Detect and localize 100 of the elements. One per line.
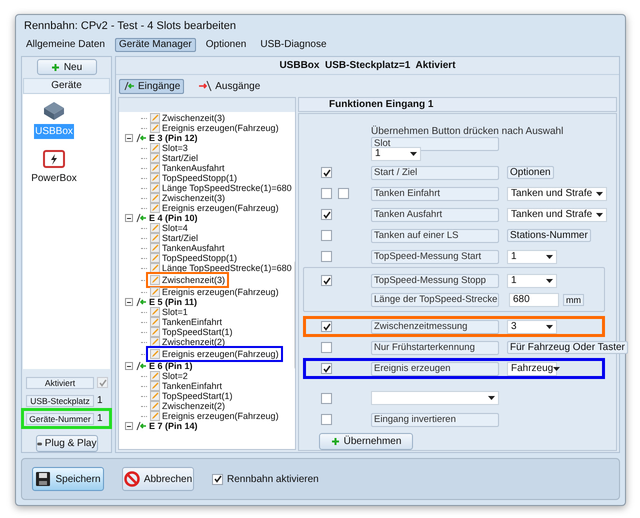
checkbox[interactable] [321, 392, 332, 404]
checkbox[interactable] [321, 414, 332, 425]
tree-item[interactable]: Länge TopSpeedStrecke(1)=680 [149, 183, 293, 193]
property-value: 1 [97, 394, 103, 408]
checkbox[interactable] [321, 209, 332, 220]
io-tab[interactable]: Ausgänge [194, 78, 264, 94]
checkbox[interactable] [321, 230, 332, 241]
tree-item[interactable]: Zwischenzeit(3) [149, 113, 226, 123]
pencil-icon [150, 263, 160, 273]
property-label: Geräte-Nummer [26, 412, 94, 424]
tree-item[interactable]: TankenAusfahrt [149, 243, 226, 253]
pencil-icon [150, 275, 160, 285]
device-item[interactable]: PowerBox [30, 170, 78, 186]
checkbox[interactable] [321, 363, 332, 374]
tree-item[interactable]: TopSpeedStopp(1) [149, 253, 238, 263]
tree-item[interactable]: Ereignis erzeugen(Fahrzeug) [149, 411, 280, 421]
pencil-icon [150, 123, 160, 133]
plug-and-play-button[interactable]: Plug & Play [36, 435, 98, 452]
collapse-toggle[interactable] [125, 422, 133, 430]
tree-item[interactable]: Länge TopSpeedStrecke(1)=680 [149, 263, 293, 273]
tree-item[interactable]: TopSpeedStart(1) [149, 391, 234, 401]
new-button[interactable]: Neu [36, 59, 96, 76]
tree-item[interactable]: Ereignis erzeugen(Fahrzeug) [149, 123, 280, 133]
tree-group-label[interactable]: E 4 (Pin 10) [149, 213, 198, 223]
checkbox[interactable] [321, 275, 332, 286]
tree-item[interactable]: Ereignis erzeugen(Fahrzeug) [149, 349, 280, 359]
check-icon [98, 378, 106, 386]
dropdown[interactable]: Fahrzeug [507, 362, 557, 376]
dropdown[interactable]: 1 [507, 250, 557, 264]
tree-item[interactable]: TankenAusfahrt [149, 163, 226, 173]
tree-group-label[interactable]: E 7 (Pin 14) [149, 421, 198, 431]
tree-item[interactable]: Zwischenzeit(2) [149, 337, 226, 347]
tree-item[interactable]: TankenEinfahrt [149, 381, 224, 391]
input-arrow-icon [135, 361, 147, 371]
usb-box-icon [41, 100, 67, 122]
checkbox[interactable] [321, 321, 332, 332]
collapse-toggle[interactable] [125, 134, 133, 142]
field-label: TopSpeed-Messung Start [371, 250, 499, 264]
field-label: Tanken Einfahrt [371, 186, 499, 200]
pencil-icon [150, 337, 160, 347]
instruction-text: Übernehmen Button drücken nach Auswahl [371, 126, 564, 137]
dropdown[interactable]: 1 [507, 274, 557, 288]
tree-group-label[interactable]: E 5 (Pin 11) [149, 297, 198, 307]
field-label: Ereignis erzeugen [371, 362, 499, 376]
tree-item[interactable]: Zwischenzeit(2) [149, 401, 226, 411]
checkbox[interactable] [321, 251, 332, 262]
tree-item[interactable]: Slot=2 [149, 371, 189, 381]
io-tab[interactable]: Eingänge [119, 78, 184, 94]
pencil-icon [150, 349, 160, 359]
input-arrow-icon [123, 81, 135, 91]
property-label: Aktiviert [26, 376, 94, 388]
collapse-toggle[interactable] [125, 298, 133, 306]
checkbox[interactable] [212, 474, 223, 484]
collapse-toggle[interactable] [125, 362, 133, 370]
tree-item[interactable]: TopSpeedStopp(1) [149, 173, 238, 183]
dropdown[interactable]: 3 [507, 320, 557, 334]
tree-item[interactable]: TopSpeedStart(1) [149, 327, 234, 337]
menu-tab[interactable]: Allgemeine Daten [22, 38, 109, 52]
field-label: Länge der TopSpeed-Strecke [371, 293, 499, 307]
caption-label: Stations-Nummer [507, 229, 591, 242]
tree-item[interactable]: Ereignis erzeugen(Fahrzeug) [149, 203, 280, 213]
collapse-toggle[interactable] [125, 214, 133, 222]
menu-tab[interactable]: USB-Diagnose [256, 38, 331, 52]
length-input[interactable]: 680 [509, 293, 559, 307]
tree-item[interactable]: Zwischenzeit(3) [149, 275, 226, 285]
checkbox[interactable] [321, 342, 332, 353]
tree-item[interactable]: Zwischenzeit(3) [149, 193, 226, 203]
pencil-icon [150, 287, 160, 297]
checkbox[interactable] [97, 377, 108, 388]
tree-item[interactable]: Slot=4 [149, 223, 189, 233]
dropdown[interactable]: 1 [371, 146, 421, 160]
tree-item[interactable]: Start/Ziel [149, 153, 200, 163]
tree-item[interactable]: Start/Ziel [149, 233, 200, 243]
input-arrow-icon [135, 297, 147, 307]
menu-tab[interactable]: Optionen [202, 38, 250, 52]
field-label: TopSpeed-Messung Stopp [371, 274, 499, 288]
dropdown[interactable]: Tanken und Strafe [507, 186, 607, 200]
save-button[interactable]: Speichern [32, 467, 104, 491]
tree-item[interactable]: Slot=1 [149, 307, 189, 317]
check-icon [322, 276, 330, 284]
checkbox[interactable] [321, 167, 332, 178]
plus-icon [330, 437, 340, 446]
menu-tab[interactable]: Geräte Manager [114, 38, 196, 52]
tree-item[interactable]: Ereignis erzeugen(Fahrzeug) [149, 287, 280, 297]
field-label: Nur Frühstarterkennung [371, 340, 499, 354]
section-header: Funktionen Eingang 1 [298, 97, 617, 112]
field-label: Start / Ziel [371, 166, 499, 180]
tree-item[interactable]: TankenEinfahrt [149, 317, 224, 327]
output-arrow-icon [198, 80, 212, 92]
tree-group-label[interactable]: E 6 (Pin 1) [149, 361, 193, 371]
checkbox[interactable] [338, 188, 349, 199]
checkbox[interactable] [321, 188, 332, 199]
list-header: Geräte [23, 78, 110, 94]
input-arrow-icon [135, 421, 147, 431]
dropdown[interactable]: Tanken und Strafe [507, 208, 607, 222]
apply-button[interactable]: Übernehmen [319, 433, 413, 450]
tree-group-label[interactable]: E 3 (Pin 12) [149, 133, 198, 143]
cancel-button[interactable]: Abbrechen [122, 467, 194, 491]
field-label: Tanken Ausfahrt [371, 208, 499, 222]
tree-item[interactable]: Slot=3 [149, 143, 189, 153]
